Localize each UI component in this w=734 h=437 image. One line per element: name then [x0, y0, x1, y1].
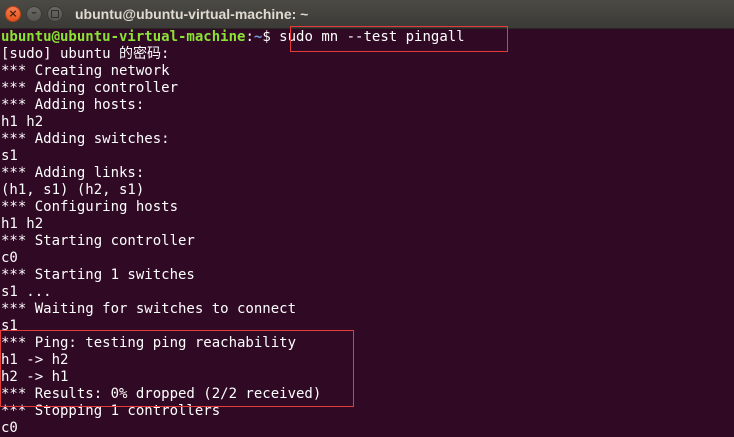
close-button[interactable]: ×	[5, 6, 21, 22]
prompt-user-host: ubuntu@ubuntu-virtual-machine	[1, 29, 246, 45]
prompt-colon: :	[245, 29, 254, 45]
output-line: *** Adding hosts:	[1, 97, 145, 113]
output-line: c0	[1, 250, 18, 266]
output-line: *** Creating network	[1, 63, 170, 79]
output-line: s1	[1, 148, 18, 164]
ping-results-highlight-box	[0, 330, 354, 407]
maximize-button[interactable]	[47, 6, 63, 22]
output-line: *** Starting controller	[1, 233, 195, 249]
output-line: *** Adding switches:	[1, 131, 170, 147]
terminal-window: × – ubuntu@ubuntu-virtual-machine: ~ ubu…	[0, 0, 734, 437]
output-line: h1 h2	[1, 114, 44, 130]
maximize-icon	[51, 10, 59, 18]
output-line: s1 ...	[1, 284, 52, 300]
output-line: *** Waiting for switches to connect	[1, 301, 297, 317]
window-title: ubuntu@ubuntu-virtual-machine: ~	[75, 6, 309, 22]
minimize-icon: –	[31, 6, 37, 19]
command-highlight-box	[290, 26, 508, 52]
output-line: c0	[1, 420, 18, 436]
output-line: (h1, s1) (h2, s1)	[1, 182, 145, 198]
output-line: *** Adding controller	[1, 80, 179, 96]
close-icon: ×	[8, 7, 18, 20]
output-line: *** Starting 1 switches	[1, 267, 195, 283]
output-line: *** Adding links:	[1, 165, 145, 181]
prompt-symbol: $	[262, 29, 280, 45]
output-line: *** Configuring hosts	[1, 199, 179, 215]
title-bar[interactable]: × – ubuntu@ubuntu-virtual-machine: ~	[0, 0, 734, 29]
minimize-button[interactable]: –	[26, 6, 42, 22]
output-line: h1 h2	[1, 216, 44, 232]
